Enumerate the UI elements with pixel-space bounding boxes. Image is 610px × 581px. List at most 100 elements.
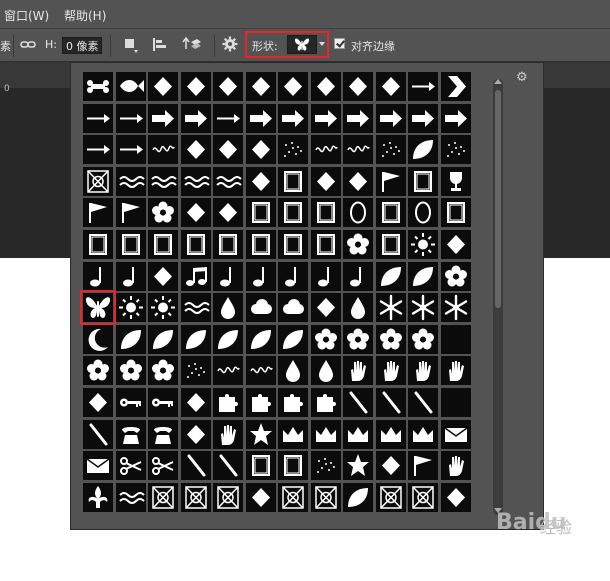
- shape-puzzle-4[interactable]: [310, 388, 341, 417]
- link-icon[interactable]: [20, 34, 36, 59]
- shape-hibiscus[interactable]: [343, 324, 373, 354]
- shape-clover-4[interactable]: [408, 324, 438, 354]
- shape-arrow-small[interactable]: [83, 135, 113, 165]
- shape-arrow-double[interactable]: [115, 103, 146, 133]
- shape-arabesque[interactable]: [278, 482, 308, 512]
- shape-leaf[interactable]: [115, 324, 146, 354]
- shape-star-6[interactable]: [245, 419, 276, 449]
- shape-lightning[interactable]: [310, 293, 341, 323]
- shape-banner-wave[interactable]: [310, 166, 341, 196]
- shape-treble-clef[interactable]: [278, 261, 308, 291]
- shape-fire[interactable]: [343, 293, 373, 323]
- shape-picker-dropdown[interactable]: 形状:: [245, 31, 329, 58]
- shape-bat-ornament[interactable]: [375, 451, 406, 481]
- height-input[interactable]: 0 像素: [62, 37, 102, 54]
- shape-dots-trail[interactable]: [310, 451, 341, 481]
- shape-arrow-right[interactable]: [375, 103, 406, 133]
- shape-arrow-feathered[interactable]: [213, 103, 243, 133]
- shape-crown-small[interactable]: [278, 419, 308, 449]
- shape-scroll-banner[interactable]: [245, 166, 276, 196]
- shape-phone[interactable]: [115, 419, 146, 449]
- shape-ornament-square-2[interactable]: [180, 482, 211, 512]
- shape-maple-2[interactable]: [245, 324, 276, 354]
- shape-trophy[interactable]: [440, 166, 471, 196]
- shape-envelope-x[interactable]: [83, 451, 113, 481]
- shape-frame-splash[interactable]: [245, 230, 276, 259]
- shape-arrow-bold[interactable]: [148, 103, 178, 133]
- shape-phone-retro[interactable]: [148, 419, 178, 449]
- menu-window[interactable]: 窗口(W): [4, 7, 49, 24]
- shape-flag[interactable]: [83, 198, 113, 228]
- shape-bulb[interactable]: [278, 356, 308, 386]
- shape-eighth-single[interactable]: [148, 261, 178, 291]
- shape-sun[interactable]: [148, 293, 178, 323]
- shape-leaf-simple[interactable]: [180, 324, 211, 354]
- shape-frame-rect[interactable]: [310, 198, 341, 228]
- shape-grass[interactable]: [213, 356, 243, 386]
- scroll-up-arrow-icon[interactable]: [494, 79, 502, 84]
- shape-tile-mosaic[interactable]: [375, 482, 406, 512]
- shape-quarter-note[interactable]: [115, 261, 146, 291]
- path-operations-icon[interactable]: [124, 36, 138, 57]
- shape-paperclip[interactable]: [180, 451, 211, 481]
- shape-waves[interactable]: [180, 293, 211, 323]
- shape-seal[interactable]: [148, 198, 178, 228]
- shape-bird-hand[interactable]: [278, 72, 308, 101]
- shape-leaf-spray[interactable]: [408, 135, 438, 165]
- shape-flower-cross[interactable]: [343, 230, 373, 259]
- shape-flat[interactable]: [310, 261, 341, 291]
- shape-dust[interactable]: [440, 135, 471, 165]
- shape-hand-right[interactable]: [375, 356, 406, 386]
- shape-pin[interactable]: [213, 451, 243, 481]
- shape-flower-round[interactable]: [115, 356, 146, 386]
- shape-film-bar[interactable]: [278, 198, 308, 228]
- shape-scribble[interactable]: [310, 135, 341, 165]
- shape-snowflake-1[interactable]: [375, 293, 406, 323]
- shape-bulb-outline[interactable]: [310, 356, 341, 386]
- shape-cat[interactable]: [148, 72, 178, 101]
- shape-foot-left[interactable]: [408, 356, 438, 386]
- shape-film-strip[interactable]: [245, 198, 276, 228]
- shape-snowflake-3[interactable]: [440, 293, 471, 323]
- shape-water-drop[interactable]: [213, 293, 243, 323]
- shape-tree-leaf[interactable]: [278, 324, 308, 354]
- shape-stamp-frame[interactable]: [245, 451, 276, 481]
- shape-frame-ragged[interactable]: [115, 230, 146, 259]
- shape-paw-1[interactable]: [343, 72, 373, 101]
- shape-line-slash[interactable]: [343, 388, 373, 417]
- shape-bone[interactable]: [83, 72, 113, 101]
- shape-ornament-tile[interactable]: [310, 482, 341, 512]
- shape-arrow-dart[interactable]: [115, 135, 146, 165]
- path-arrangement-icon[interactable]: [182, 36, 202, 57]
- shape-beamed-notes[interactable]: [180, 261, 211, 291]
- shape-ribbon-loop[interactable]: [213, 198, 243, 228]
- shape-hand-pointing[interactable]: [440, 451, 471, 481]
- align-edges-checkbox[interactable]: [334, 38, 345, 49]
- shape-dots-scatter[interactable]: [180, 356, 211, 386]
- shape-turn-arrow[interactable]: [245, 135, 276, 165]
- shape-blank-2[interactable]: [440, 388, 471, 417]
- shape-diamond-cross[interactable]: [245, 482, 276, 512]
- shape-sun-swirl[interactable]: [115, 293, 146, 323]
- shape-eighth-note[interactable]: [83, 261, 113, 291]
- shape-frame-oval[interactable]: [343, 198, 373, 228]
- shape-butterfly[interactable]: [80, 290, 116, 326]
- shape-spiral-ornament[interactable]: [83, 166, 113, 196]
- path-alignment-icon[interactable]: [152, 36, 168, 57]
- shape-sharp[interactable]: [343, 261, 373, 291]
- shape-speech-cloud[interactable]: [278, 293, 308, 323]
- shape-arrow-thin[interactable]: [83, 103, 113, 133]
- shape-dog[interactable]: [180, 72, 211, 101]
- shape-clover-shamrock[interactable]: [440, 261, 471, 291]
- shape-ornament-frame[interactable]: [213, 482, 243, 512]
- shape-key-ornate[interactable]: [148, 388, 178, 417]
- gear-icon[interactable]: [222, 36, 238, 55]
- shape-hand-point[interactable]: [213, 419, 243, 449]
- shape-signboard[interactable]: [408, 166, 438, 196]
- shape-flower[interactable]: [310, 324, 341, 354]
- shape-frame-dotted[interactable]: [180, 230, 211, 259]
- shape-eye[interactable]: [440, 230, 471, 259]
- shape-squiggle[interactable]: [148, 135, 178, 165]
- shape-arrow-block[interactable]: [245, 103, 276, 133]
- shape-sunburst[interactable]: [408, 230, 438, 259]
